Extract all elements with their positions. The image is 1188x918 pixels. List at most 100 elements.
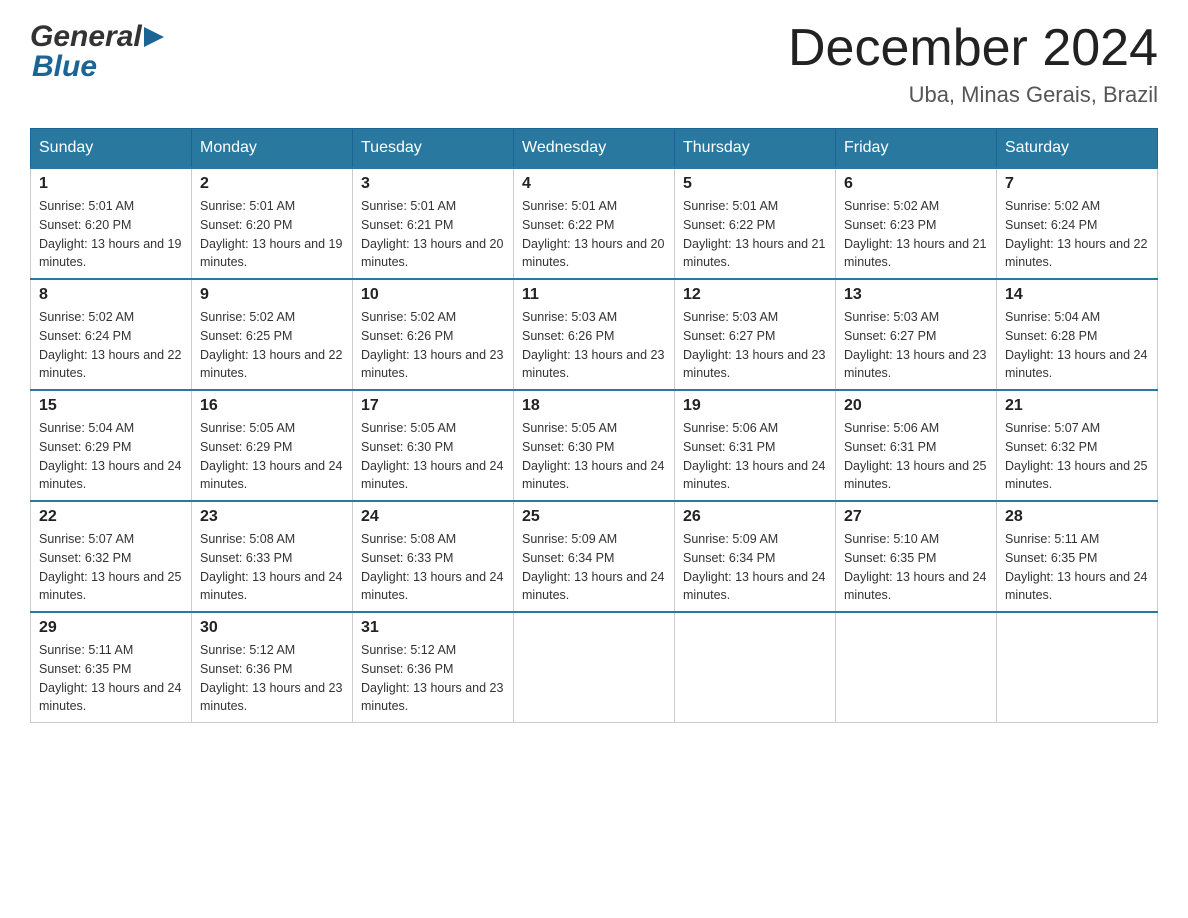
calendar-week-row: 1 Sunrise: 5:01 AM Sunset: 6:20 PM Dayli…	[31, 168, 1158, 279]
calendar-header-wednesday: Wednesday	[514, 129, 675, 169]
day-info: Sunrise: 5:12 AM Sunset: 6:36 PM Dayligh…	[361, 641, 505, 716]
day-info: Sunrise: 5:11 AM Sunset: 6:35 PM Dayligh…	[39, 641, 183, 716]
calendar-cell: 11 Sunrise: 5:03 AM Sunset: 6:26 PM Dayl…	[514, 279, 675, 390]
day-info: Sunrise: 5:01 AM Sunset: 6:20 PM Dayligh…	[200, 197, 344, 272]
calendar-cell	[836, 612, 997, 723]
calendar-header-saturday: Saturday	[997, 129, 1158, 169]
calendar-cell: 12 Sunrise: 5:03 AM Sunset: 6:27 PM Dayl…	[675, 279, 836, 390]
location: Uba, Minas Gerais, Brazil	[788, 82, 1158, 108]
day-number: 24	[361, 508, 505, 526]
day-info: Sunrise: 5:01 AM Sunset: 6:21 PM Dayligh…	[361, 197, 505, 272]
calendar-cell: 26 Sunrise: 5:09 AM Sunset: 6:34 PM Dayl…	[675, 501, 836, 612]
day-number: 20	[844, 397, 988, 415]
calendar-cell: 9 Sunrise: 5:02 AM Sunset: 6:25 PM Dayli…	[192, 279, 353, 390]
calendar-week-row: 8 Sunrise: 5:02 AM Sunset: 6:24 PM Dayli…	[31, 279, 1158, 390]
day-number: 15	[39, 397, 183, 415]
calendar-header-tuesday: Tuesday	[353, 129, 514, 169]
day-number: 10	[361, 286, 505, 304]
day-info: Sunrise: 5:06 AM Sunset: 6:31 PM Dayligh…	[844, 419, 988, 494]
day-number: 22	[39, 508, 183, 526]
calendar-cell: 5 Sunrise: 5:01 AM Sunset: 6:22 PM Dayli…	[675, 168, 836, 279]
day-info: Sunrise: 5:04 AM Sunset: 6:29 PM Dayligh…	[39, 419, 183, 494]
day-info: Sunrise: 5:05 AM Sunset: 6:30 PM Dayligh…	[522, 419, 666, 494]
day-number: 5	[683, 175, 827, 193]
day-number: 4	[522, 175, 666, 193]
calendar-cell: 22 Sunrise: 5:07 AM Sunset: 6:32 PM Dayl…	[31, 501, 192, 612]
day-info: Sunrise: 5:11 AM Sunset: 6:35 PM Dayligh…	[1005, 530, 1149, 605]
calendar-cell: 25 Sunrise: 5:09 AM Sunset: 6:34 PM Dayl…	[514, 501, 675, 612]
logo-blue-text: Blue	[32, 50, 97, 84]
day-number: 31	[361, 619, 505, 637]
day-number: 29	[39, 619, 183, 637]
day-number: 28	[1005, 508, 1149, 526]
logo-text: General	[30, 20, 172, 54]
calendar-week-row: 22 Sunrise: 5:07 AM Sunset: 6:32 PM Dayl…	[31, 501, 1158, 612]
calendar-cell: 3 Sunrise: 5:01 AM Sunset: 6:21 PM Dayli…	[353, 168, 514, 279]
day-number: 1	[39, 175, 183, 193]
calendar-header-row: SundayMondayTuesdayWednesdayThursdayFrid…	[31, 129, 1158, 169]
calendar-cell	[675, 612, 836, 723]
logo-general-text: General	[30, 20, 142, 54]
calendar-cell: 7 Sunrise: 5:02 AM Sunset: 6:24 PM Dayli…	[997, 168, 1158, 279]
day-number: 12	[683, 286, 827, 304]
day-number: 7	[1005, 175, 1149, 193]
day-info: Sunrise: 5:02 AM Sunset: 6:24 PM Dayligh…	[1005, 197, 1149, 272]
day-number: 21	[1005, 397, 1149, 415]
day-number: 19	[683, 397, 827, 415]
day-info: Sunrise: 5:01 AM Sunset: 6:22 PM Dayligh…	[522, 197, 666, 272]
calendar-cell: 30 Sunrise: 5:12 AM Sunset: 6:36 PM Dayl…	[192, 612, 353, 723]
calendar-cell: 10 Sunrise: 5:02 AM Sunset: 6:26 PM Dayl…	[353, 279, 514, 390]
calendar-cell: 4 Sunrise: 5:01 AM Sunset: 6:22 PM Dayli…	[514, 168, 675, 279]
day-number: 8	[39, 286, 183, 304]
day-info: Sunrise: 5:04 AM Sunset: 6:28 PM Dayligh…	[1005, 308, 1149, 383]
day-number: 23	[200, 508, 344, 526]
day-number: 25	[522, 508, 666, 526]
calendar-cell: 15 Sunrise: 5:04 AM Sunset: 6:29 PM Dayl…	[31, 390, 192, 501]
calendar-cell: 1 Sunrise: 5:01 AM Sunset: 6:20 PM Dayli…	[31, 168, 192, 279]
calendar-cell: 19 Sunrise: 5:06 AM Sunset: 6:31 PM Dayl…	[675, 390, 836, 501]
calendar-cell: 28 Sunrise: 5:11 AM Sunset: 6:35 PM Dayl…	[997, 501, 1158, 612]
day-info: Sunrise: 5:02 AM Sunset: 6:23 PM Dayligh…	[844, 197, 988, 272]
calendar-cell: 17 Sunrise: 5:05 AM Sunset: 6:30 PM Dayl…	[353, 390, 514, 501]
day-number: 26	[683, 508, 827, 526]
calendar-cell: 27 Sunrise: 5:10 AM Sunset: 6:35 PM Dayl…	[836, 501, 997, 612]
day-info: Sunrise: 5:03 AM Sunset: 6:27 PM Dayligh…	[683, 308, 827, 383]
day-info: Sunrise: 5:03 AM Sunset: 6:26 PM Dayligh…	[522, 308, 666, 383]
day-number: 16	[200, 397, 344, 415]
day-number: 27	[844, 508, 988, 526]
calendar-header-sunday: Sunday	[31, 129, 192, 169]
day-info: Sunrise: 5:09 AM Sunset: 6:34 PM Dayligh…	[522, 530, 666, 605]
day-number: 2	[200, 175, 344, 193]
calendar-cell: 16 Sunrise: 5:05 AM Sunset: 6:29 PM Dayl…	[192, 390, 353, 501]
day-info: Sunrise: 5:05 AM Sunset: 6:29 PM Dayligh…	[200, 419, 344, 494]
day-number: 11	[522, 286, 666, 304]
day-number: 17	[361, 397, 505, 415]
day-info: Sunrise: 5:10 AM Sunset: 6:35 PM Dayligh…	[844, 530, 988, 605]
day-info: Sunrise: 5:05 AM Sunset: 6:30 PM Dayligh…	[361, 419, 505, 494]
day-info: Sunrise: 5:02 AM Sunset: 6:25 PM Dayligh…	[200, 308, 344, 383]
day-info: Sunrise: 5:01 AM Sunset: 6:20 PM Dayligh…	[39, 197, 183, 272]
day-number: 13	[844, 286, 988, 304]
calendar-header-friday: Friday	[836, 129, 997, 169]
day-info: Sunrise: 5:02 AM Sunset: 6:24 PM Dayligh…	[39, 308, 183, 383]
month-title: December 2024	[788, 20, 1158, 77]
calendar-table: SundayMondayTuesdayWednesdayThursdayFrid…	[30, 128, 1158, 723]
title-section: December 2024 Uba, Minas Gerais, Brazil	[788, 20, 1158, 108]
day-number: 9	[200, 286, 344, 304]
calendar-cell: 31 Sunrise: 5:12 AM Sunset: 6:36 PM Dayl…	[353, 612, 514, 723]
day-number: 3	[361, 175, 505, 193]
calendar-cell	[997, 612, 1158, 723]
day-info: Sunrise: 5:08 AM Sunset: 6:33 PM Dayligh…	[361, 530, 505, 605]
calendar-cell	[514, 612, 675, 723]
day-info: Sunrise: 5:06 AM Sunset: 6:31 PM Dayligh…	[683, 419, 827, 494]
day-info: Sunrise: 5:09 AM Sunset: 6:34 PM Dayligh…	[683, 530, 827, 605]
day-info: Sunrise: 5:07 AM Sunset: 6:32 PM Dayligh…	[39, 530, 183, 605]
calendar-cell: 24 Sunrise: 5:08 AM Sunset: 6:33 PM Dayl…	[353, 501, 514, 612]
calendar-cell: 8 Sunrise: 5:02 AM Sunset: 6:24 PM Dayli…	[31, 279, 192, 390]
day-number: 14	[1005, 286, 1149, 304]
day-info: Sunrise: 5:12 AM Sunset: 6:36 PM Dayligh…	[200, 641, 344, 716]
calendar-cell: 29 Sunrise: 5:11 AM Sunset: 6:35 PM Dayl…	[31, 612, 192, 723]
calendar-cell: 23 Sunrise: 5:08 AM Sunset: 6:33 PM Dayl…	[192, 501, 353, 612]
page-header: General Blue December 2024 Uba, Minas Ge…	[30, 20, 1158, 108]
day-info: Sunrise: 5:07 AM Sunset: 6:32 PM Dayligh…	[1005, 419, 1149, 494]
